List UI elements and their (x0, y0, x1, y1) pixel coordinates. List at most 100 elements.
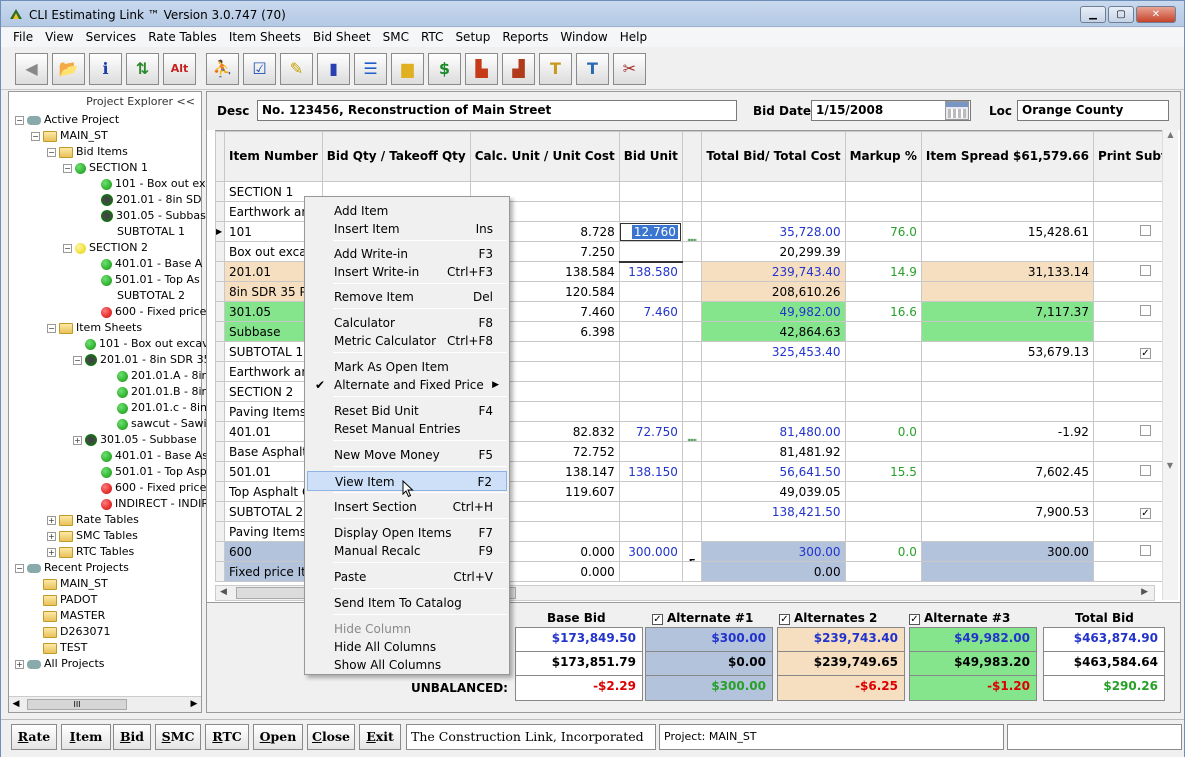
row-indicator[interactable] (215, 401, 225, 422)
item-spread-cell[interactable] (920, 381, 1094, 402)
menu-item-mark-as-open-item[interactable]: Mark As Open Item (307, 357, 507, 377)
bid-unit-cell[interactable] (618, 401, 683, 422)
collapse-icon[interactable]: − (31, 131, 40, 141)
print-subtotal-cell[interactable] (1092, 521, 1165, 542)
checklist-button[interactable]: ☑ (243, 52, 276, 85)
menu-item-add-item[interactable]: Add Item (307, 201, 507, 221)
item-flag-cell[interactable] (681, 301, 703, 322)
tree-node[interactable]: 201.01 - 8in SD (89, 192, 201, 208)
menu-smc[interactable]: SMC (377, 28, 415, 47)
bid-unit-cell[interactable] (618, 501, 683, 522)
item-flag-cell[interactable]: F (681, 541, 703, 562)
markup-cell[interactable]: 16.6 (844, 301, 922, 322)
column-header[interactable]: Calc. Unit / Unit Cost (469, 131, 620, 182)
expand-icon[interactable]: + (73, 435, 82, 445)
maximize-button[interactable]: ▢ (1108, 6, 1134, 23)
print-subtotal-cell[interactable] (1092, 321, 1165, 342)
print-subtotal-cell[interactable] (1092, 441, 1165, 462)
wrench-button[interactable]: ✂ (613, 52, 646, 85)
total-bid-cell[interactable] (701, 521, 846, 542)
total-bid-cell[interactable] (701, 401, 846, 422)
bid-unit-cell[interactable] (618, 341, 683, 362)
bid-unit-cell[interactable]: 12.760 (618, 221, 683, 242)
bid-unit-value[interactable]: 12.760 (631, 224, 678, 239)
tree-node[interactable]: PADOT (31, 592, 97, 608)
item-flag-cell[interactable] (681, 381, 703, 402)
total-bid-cell[interactable]: 208,610.26 (701, 281, 846, 302)
item-spread-cell[interactable] (920, 321, 1094, 342)
markup-cell[interactable] (844, 521, 922, 542)
alternate-1-header[interactable]: ✓ Alternate #1 (652, 611, 753, 625)
menu-item-alternate-and-fixed-price[interactable]: ✔ Alternate and Fixed Price ▶ (307, 375, 507, 395)
menu-bid-sheet[interactable]: Bid Sheet (307, 28, 377, 47)
total-bid-cell[interactable]: 35,728.00 (701, 221, 846, 242)
bid-unit-cell[interactable] (618, 321, 683, 342)
total-bid-cell[interactable] (701, 181, 846, 202)
markup-cell[interactable] (844, 201, 922, 222)
collapse-icon[interactable]: − (63, 163, 72, 173)
tree-node[interactable]: + SMC Tables (47, 528, 138, 544)
menu-file[interactable]: File (7, 28, 39, 47)
tree-node[interactable]: +301.05 - Subbase (73, 432, 197, 448)
menu-item-reset-manual-entries[interactable]: Reset Manual Entries (307, 419, 507, 439)
print-subtotal-cell[interactable]: ✓ (1092, 501, 1165, 522)
total-bid-cell[interactable]: 81,480.00 (701, 421, 846, 442)
loc-field[interactable]: Orange County (1017, 100, 1169, 121)
list-button[interactable]: ☰ (354, 52, 387, 85)
grid-vertical-scrollbar[interactable]: ▲ ▼ (1162, 130, 1178, 600)
item-flag-cell[interactable] (681, 241, 703, 262)
menu-rtc[interactable]: RTC (415, 28, 449, 47)
print-subtotal-cell[interactable] (1092, 281, 1165, 302)
item-flag-cell[interactable] (681, 501, 703, 522)
item-spread-cell[interactable]: -1.92 (920, 421, 1094, 442)
row-indicator[interactable] (215, 321, 225, 342)
bid-unit-cell[interactable]: 72.750 (618, 421, 683, 442)
row-indicator[interactable] (215, 441, 225, 462)
print-subtotal-checkbox[interactable] (1139, 424, 1151, 436)
menu-item-send-item-to-catalog[interactable]: Send Item To Catalog (307, 593, 507, 613)
tree-node[interactable]: 301.05 - Subbas (89, 208, 206, 224)
arrows-button[interactable]: ⇅ (126, 52, 159, 85)
item-spread-cell[interactable]: 7,117.37 (920, 301, 1094, 322)
menu-item-reset-bid-unit[interactable]: Reset Bid Unit F4 (307, 401, 507, 421)
tree-node[interactable]: 201.01.B - 8in S (105, 384, 219, 400)
total-bid-cell[interactable]: 49,982.00 (701, 301, 846, 322)
tree-node[interactable]: − MAIN_ST (31, 128, 108, 144)
calculator-icon[interactable]: ▦ (687, 236, 697, 241)
menu-item-show-all-columns[interactable]: Show All Columns (307, 655, 507, 675)
print-subtotal-checkbox[interactable]: ✓ (1139, 347, 1151, 359)
bid-unit-cell[interactable]: 7.460 (618, 301, 683, 322)
print-subtotal-cell[interactable] (1092, 401, 1165, 422)
total-bid-cell[interactable]: 138,421.50 (701, 501, 846, 522)
print-subtotal-cell[interactable] (1092, 201, 1165, 222)
book-button[interactable]: ▮ (317, 52, 350, 85)
markup-cell[interactable] (844, 321, 922, 342)
menu-item-hide-all-columns[interactable]: Hide All Columns (307, 637, 507, 657)
tree-node[interactable]: − Active Project (15, 112, 119, 128)
exit-button[interactable]: ExitExit (359, 724, 401, 750)
print-subtotal-cell[interactable] (1092, 561, 1165, 582)
item-flag-cell[interactable] (681, 341, 703, 362)
collapse-icon[interactable]: − (73, 355, 82, 365)
row-indicator[interactable] (215, 181, 225, 202)
menu-help[interactable]: Help (614, 28, 653, 47)
calculator-icon[interactable]: ▦ (687, 436, 697, 441)
tree-node[interactable]: 600 - Fixed price (89, 304, 206, 320)
row-indicator[interactable] (215, 261, 225, 282)
bid-unit-cell[interactable]: 138.580 (618, 261, 683, 282)
tree-node[interactable]: D263071 (31, 624, 110, 640)
row-indicator[interactable] (215, 381, 225, 402)
total-bid-cell[interactable]: 300.00 (701, 541, 846, 562)
open-button[interactable]: OpenOpen (253, 724, 303, 750)
hammer-button[interactable]: T (539, 52, 572, 85)
row-indicator[interactable] (215, 561, 225, 582)
item-flag-cell[interactable] (681, 261, 703, 282)
menu-setup[interactable]: Setup (449, 28, 496, 47)
item-button[interactable]: ItemItem (61, 724, 111, 750)
close-button[interactable]: CloseClose (307, 724, 355, 750)
tree-node[interactable]: − SECTION 2 (63, 240, 148, 256)
tree-node[interactable]: − SECTION 1 (63, 160, 148, 176)
rtc-button[interactable]: RTCRTC (205, 724, 249, 750)
notepad-button[interactable]: ✎ (280, 52, 313, 85)
tree-node[interactable]: MAIN_ST (31, 576, 108, 592)
